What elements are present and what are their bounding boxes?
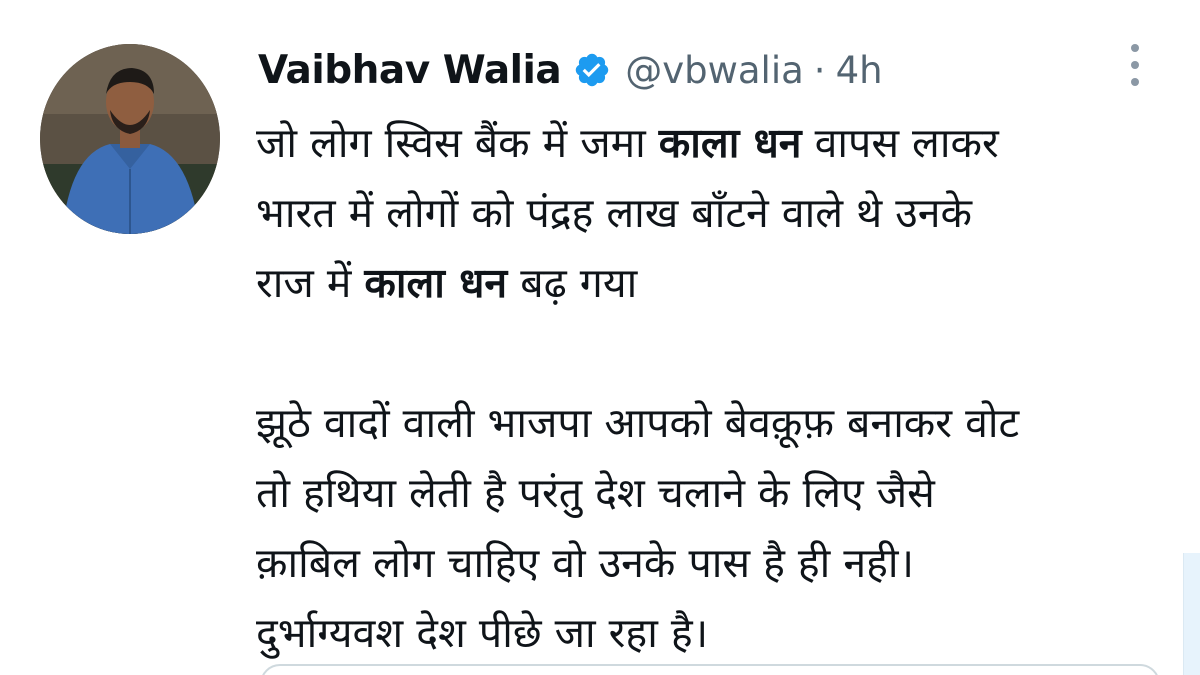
more-dot [1131,44,1139,52]
separator-dot: · [813,48,826,92]
tweet-line: भारत में लोगों को पंद्रह लाख बाँटने वाले… [256,189,972,237]
more-dot [1131,61,1139,69]
more-dot [1131,78,1139,86]
tweet-timestamp[interactable]: 4h [836,49,883,92]
verified-badge-icon [573,51,611,89]
bold-phrase: काला धन [658,119,802,167]
tweet-text: जो लोग स्विस बैंक में जमा काला धन वापस ल… [256,108,1186,668]
author-handle[interactable]: @vbwalia [625,49,804,92]
avatar-photo-icon [40,44,220,234]
more-vertical-icon[interactable] [1120,40,1150,90]
tweet-line: राज में काला धन बढ़ गया [256,259,638,307]
avatar[interactable] [40,44,220,234]
tweet-line: झूठे वादों वाली भाजपा आपको बेवक़ूफ़ बनाक… [256,399,1020,447]
scrollbar[interactable] [1183,553,1200,675]
tweet-line: क़ाबिल लोग चाहिए वो उनके पास है ही नही। [256,539,915,587]
tweet-header: Vaibhav Walia @vbwalia · 4h [258,42,883,98]
tweet[interactable]: Vaibhav Walia @vbwalia · 4h जो लोग स्विस… [0,0,1200,675]
embedded-card[interactable] [260,664,1160,675]
tweet-line: तो हथिया लेती है परंतु देश चलाने के लिए … [256,469,935,517]
tweet-line: जो लोग स्विस बैंक में जमा काला धन वापस ल… [256,119,999,167]
bold-phrase: काला धन [364,259,508,307]
tweet-line: दुर्भाग्यवश देश पीछे जा रहा है। [256,609,709,657]
author-name[interactable]: Vaibhav Walia [258,48,562,93]
